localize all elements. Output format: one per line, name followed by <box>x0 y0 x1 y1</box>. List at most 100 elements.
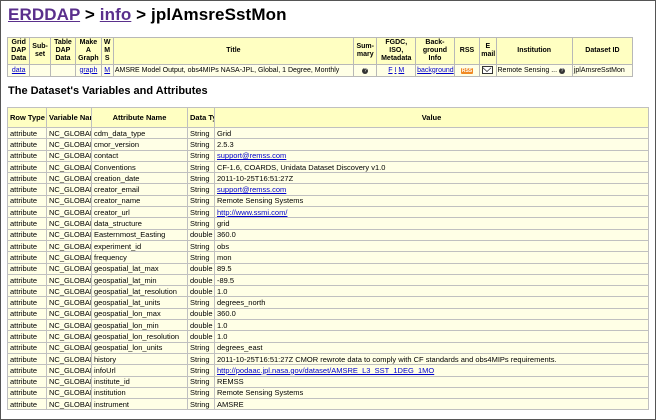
value-cell: 1.0 <box>214 285 649 298</box>
value-cell: obs <box>214 239 649 253</box>
background-cell: background <box>415 64 455 77</box>
value-cell: Grid <box>214 126 649 140</box>
data-type-cell: String <box>187 149 215 162</box>
attribute-name-cell: creator_email <box>91 183 188 196</box>
row-type-cell: attribute <box>7 206 47 219</box>
breadcrumb-info-link[interactable]: info <box>100 5 132 24</box>
row-type-cell: attribute <box>7 239 47 253</box>
table-row: attribute NC_GLOBAL institution String Remot… <box>7 386 649 400</box>
background-info-link[interactable]: background <box>417 67 453 74</box>
value-link[interactable]: support@remss.com <box>217 185 286 194</box>
row-type-cell: attribute <box>7 341 47 354</box>
row-type-cell: attribute <box>7 296 47 309</box>
attribute-name-cell: geospatial_lat_resolution <box>91 285 188 298</box>
griddap-data-link[interactable]: data <box>12 67 26 74</box>
value-cell: 360.0 <box>214 228 649 241</box>
variable-name-cell: NC_GLOBAL <box>46 273 92 287</box>
header-email: E mail <box>479 37 497 65</box>
value-cell: degrees_east <box>214 341 649 354</box>
row-type-cell: attribute <box>7 160 47 174</box>
info-data-row: data graph M AMSRE Model Output, obs4MIP… <box>6 64 634 77</box>
summary-cell: ? <box>353 64 378 77</box>
attribute-name-cell: cmor_version <box>91 138 188 151</box>
attribute-name-cell: geospatial_lat_units <box>91 296 188 309</box>
table-row: attribute NC_GLOBAL geospatial_lat_min doub… <box>7 273 649 287</box>
griddap-cell: data <box>6 64 31 77</box>
row-type-cell: attribute <box>7 352 47 366</box>
variable-name-cell: NC_GLOBAL <box>46 126 92 140</box>
metadata-link[interactable]: M <box>398 67 404 74</box>
row-type-cell: attribute <box>7 364 47 377</box>
wms-link[interactable]: M <box>104 67 110 74</box>
row-type-cell: attribute <box>7 172 47 185</box>
data-type-cell: double <box>187 330 215 343</box>
row-type-cell: attribute <box>7 251 47 264</box>
breadcrumb-erddap-link[interactable]: ERDDAP <box>8 5 80 24</box>
value-cell: degrees_north <box>214 296 649 309</box>
attribute-name-cell: geospatial_lat_min <box>91 273 188 287</box>
iso-link[interactable]: I <box>395 67 397 74</box>
table-row: attribute NC_GLOBAL instrument String AMSRE <box>7 398 649 411</box>
attribute-name-cell: institution <box>91 386 188 400</box>
table-row: attribute NC_GLOBAL experiment_id String obs <box>7 239 649 253</box>
variable-name-cell: NC_GLOBAL <box>46 138 92 151</box>
email-icon[interactable] <box>482 65 494 74</box>
data-type-cell: String <box>187 239 215 253</box>
page-frame: ERDDAP > info > jplAmsreSstMon Grid DAP … <box>0 0 656 420</box>
header-make-graph: Make A Graph <box>75 37 102 65</box>
row-type-cell: attribute <box>7 307 47 321</box>
value-link[interactable]: http://podaac.jpl.nasa.gov/dataset/AMSRE… <box>217 366 434 375</box>
header-attribute-name: Attribute Name <box>91 107 188 128</box>
rss-icon[interactable]: RSS <box>460 67 474 74</box>
data-type-cell: String <box>187 375 215 388</box>
row-type-cell: attribute <box>7 386 47 400</box>
attribute-name-cell: geospatial_lon_resolution <box>91 330 188 343</box>
data-type-cell: String <box>187 126 215 140</box>
data-type-cell: String <box>187 183 215 196</box>
data-type-cell: String <box>187 251 215 264</box>
header-data-type: Data Type <box>187 107 215 128</box>
value-link[interactable]: http://www.ssmi.com/ <box>217 208 287 217</box>
variable-name-cell: NC_GLOBAL <box>46 375 92 388</box>
table-row: attribute NC_GLOBAL data_structure String gr… <box>7 217 649 230</box>
table-row: attribute NC_GLOBAL geospatial_lon_min doub… <box>7 319 649 332</box>
attribute-name-cell: creator_url <box>91 206 188 219</box>
variable-name-cell: NC_GLOBAL <box>46 364 92 377</box>
variable-name-cell: NC_GLOBAL <box>46 386 92 400</box>
data-type-cell: String <box>187 386 215 400</box>
row-type-cell: attribute <box>7 228 47 241</box>
value-cell: 2011-10-25T16:51:27Z CMOR rewrote data t… <box>214 352 649 366</box>
attribute-name-cell: cdm_data_type <box>91 126 188 140</box>
attribute-name-cell: creation_date <box>91 172 188 185</box>
institution-cell: Remote Sensing ... ? <box>495 64 573 77</box>
institution-help-icon[interactable]: ? <box>558 67 565 74</box>
attribute-name-cell: geospatial_lon_units <box>91 341 188 354</box>
header-variable-name: Variable Name <box>46 107 92 128</box>
variable-name-cell: NC_GLOBAL <box>46 251 92 264</box>
data-type-cell: String <box>187 172 215 185</box>
attribute-name-cell: Conventions <box>91 160 188 174</box>
attribute-name-cell: history <box>91 352 188 366</box>
table-row: attribute NC_GLOBAL infoUrl String http://po… <box>7 364 649 377</box>
data-type-cell: double <box>187 319 215 332</box>
value-cell: -89.5 <box>214 273 649 287</box>
value-cell: http://www.ssmi.com/ <box>214 206 649 219</box>
row-type-cell: attribute <box>7 138 47 151</box>
header-title: Title <box>112 37 355 65</box>
table-row: attribute NC_GLOBAL geospatial_lat_units St… <box>7 296 649 309</box>
table-row: attribute NC_GLOBAL contact String support@r… <box>7 149 649 162</box>
data-type-cell: String <box>187 398 215 411</box>
variable-name-cell: NC_GLOBAL <box>46 217 92 230</box>
row-type-cell: attribute <box>7 285 47 298</box>
data-type-cell: double <box>187 273 215 287</box>
data-type-cell: String <box>187 138 215 151</box>
variable-name-cell: NC_GLOBAL <box>46 319 92 332</box>
variable-name-cell: NC_GLOBAL <box>46 228 92 241</box>
data-type-cell: String <box>187 352 215 366</box>
attribute-name-cell: geospatial_lat_max <box>91 262 188 275</box>
make-graph-link[interactable]: graph <box>79 67 97 74</box>
fgdc-link[interactable]: F <box>388 67 392 74</box>
summary-help-icon[interactable]: ? <box>362 67 369 74</box>
value-link[interactable]: support@remss.com <box>217 151 286 160</box>
attribute-name-cell: institute_id <box>91 375 188 388</box>
